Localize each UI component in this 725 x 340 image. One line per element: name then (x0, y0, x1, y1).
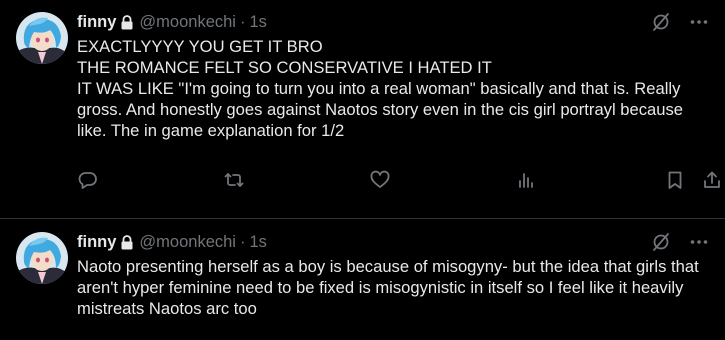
views-icon[interactable] (515, 169, 537, 191)
tweet[interactable]: finny @moonkechi · 1s EXACTLYYYY YOU GET… (0, 0, 725, 219)
tweet-text: Naoto presenting herself as a boy is bec… (77, 257, 699, 318)
reply-icon[interactable] (77, 169, 99, 191)
more-icon[interactable] (689, 12, 709, 37)
separator: · (239, 13, 246, 31)
timestamp[interactable]: 1s (249, 232, 266, 252)
avatar[interactable] (16, 232, 68, 284)
tweet-header: finny @moonkechi · 1s (77, 12, 709, 32)
avatar[interactable] (16, 12, 68, 64)
grok-icon[interactable] (651, 12, 671, 37)
tweet[interactable]: finny @moonkechi · 1s Naoto presenting h… (0, 219, 725, 340)
display-name[interactable]: finny (77, 12, 116, 32)
tweet-text: EXACTLYYYY YOU GET IT BRO THE ROMANCE FE… (77, 37, 684, 140)
grok-icon[interactable] (651, 232, 671, 257)
display-name[interactable]: finny (77, 232, 116, 252)
share-icon[interactable] (701, 169, 723, 191)
tweet-actions (77, 166, 720, 194)
more-icon[interactable] (689, 232, 709, 257)
lock-icon (121, 234, 133, 250)
repost-icon[interactable] (223, 169, 245, 191)
lock-icon (121, 14, 133, 30)
handle[interactable]: @moonkechi (139, 232, 236, 252)
handle[interactable]: @moonkechi (139, 12, 236, 32)
separator: · (239, 233, 246, 251)
tweet-header: finny @moonkechi · 1s (77, 232, 709, 252)
like-icon[interactable] (369, 169, 391, 191)
bookmark-icon[interactable] (664, 169, 686, 191)
timestamp[interactable]: 1s (249, 12, 266, 32)
